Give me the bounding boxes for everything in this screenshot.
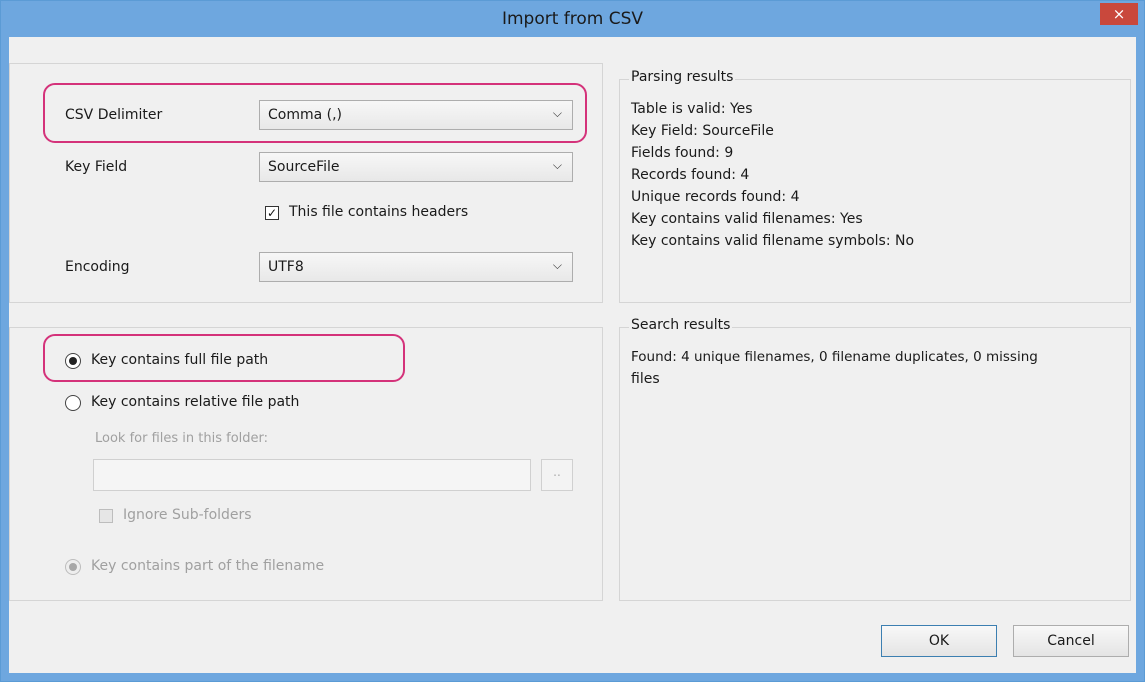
chevron-down-icon: ⌵ xyxy=(552,106,562,120)
browse-button[interactable]: .. xyxy=(541,459,573,491)
ignore-subfolders-label: Ignore Sub-folders xyxy=(123,507,252,523)
parsing-result-line: Key contains valid filename symbols: No xyxy=(631,233,915,249)
dialog-client-area: CSV Delimiter Comma (,) ⌵ Key Field Sour… xyxy=(9,37,1136,673)
folder-input[interactable] xyxy=(93,459,531,491)
search-result-line: Found: 4 unique filenames, 0 filename du… xyxy=(631,349,1038,365)
cancel-button[interactable]: Cancel xyxy=(1013,625,1129,657)
ok-button[interactable]: OK xyxy=(881,625,997,657)
part-filename-label: Key contains part of the filename xyxy=(91,558,325,574)
encoding-label: Encoding xyxy=(65,259,130,275)
key-field-value: SourceFile xyxy=(268,159,340,175)
search-result-line: files xyxy=(631,371,660,387)
parsing-result-line: Records found: 4 xyxy=(631,167,750,183)
radio-dot xyxy=(69,357,77,365)
parsing-result-line: Fields found: 9 xyxy=(631,145,734,161)
csv-delimiter-select[interactable]: Comma (,) ⌵ xyxy=(259,100,573,130)
import-dialog: Import from CSV × CSV Delimiter Comma (,… xyxy=(0,0,1145,682)
search-results-title: Search results xyxy=(629,317,733,333)
search-results-panel xyxy=(619,327,1131,601)
csv-delimiter-value: Comma (,) xyxy=(268,107,343,123)
encoding-value: UTF8 xyxy=(268,259,304,275)
parsing-results-title: Parsing results xyxy=(629,69,736,85)
encoding-select[interactable]: UTF8 ⌵ xyxy=(259,252,573,282)
ignore-subfolders-checkbox[interactable] xyxy=(99,509,113,523)
chevron-down-icon: ⌵ xyxy=(552,158,562,172)
parsing-result-line: Table is valid: Yes xyxy=(631,101,753,117)
csv-delimiter-label: CSV Delimiter xyxy=(65,107,163,123)
key-field-select[interactable]: SourceFile ⌵ xyxy=(259,152,573,182)
parsing-result-line: Key contains valid filenames: Yes xyxy=(631,211,863,227)
headers-checkbox-label: This file contains headers xyxy=(289,204,469,220)
checkmark-icon: ✓ xyxy=(266,206,278,220)
relative-path-radio[interactable] xyxy=(65,395,81,411)
headers-checkbox[interactable]: ✓ xyxy=(265,206,279,220)
parsing-result-line: Key Field: SourceFile xyxy=(631,123,774,139)
relative-path-label: Key contains relative file path xyxy=(91,394,300,410)
title-bar: Import from CSV × xyxy=(1,1,1144,37)
radio-dot xyxy=(69,563,77,571)
key-field-label: Key Field xyxy=(65,159,128,175)
look-folder-label: Look for files in this folder: xyxy=(95,431,269,446)
close-button[interactable]: × xyxy=(1100,3,1138,25)
full-path-label: Key contains full file path xyxy=(91,352,269,368)
chevron-down-icon: ⌵ xyxy=(552,258,562,272)
parsing-result-line: Unique records found: 4 xyxy=(631,189,800,205)
part-filename-radio[interactable] xyxy=(65,559,81,575)
full-path-radio[interactable] xyxy=(65,353,81,369)
dialog-title: Import from CSV xyxy=(501,9,644,29)
